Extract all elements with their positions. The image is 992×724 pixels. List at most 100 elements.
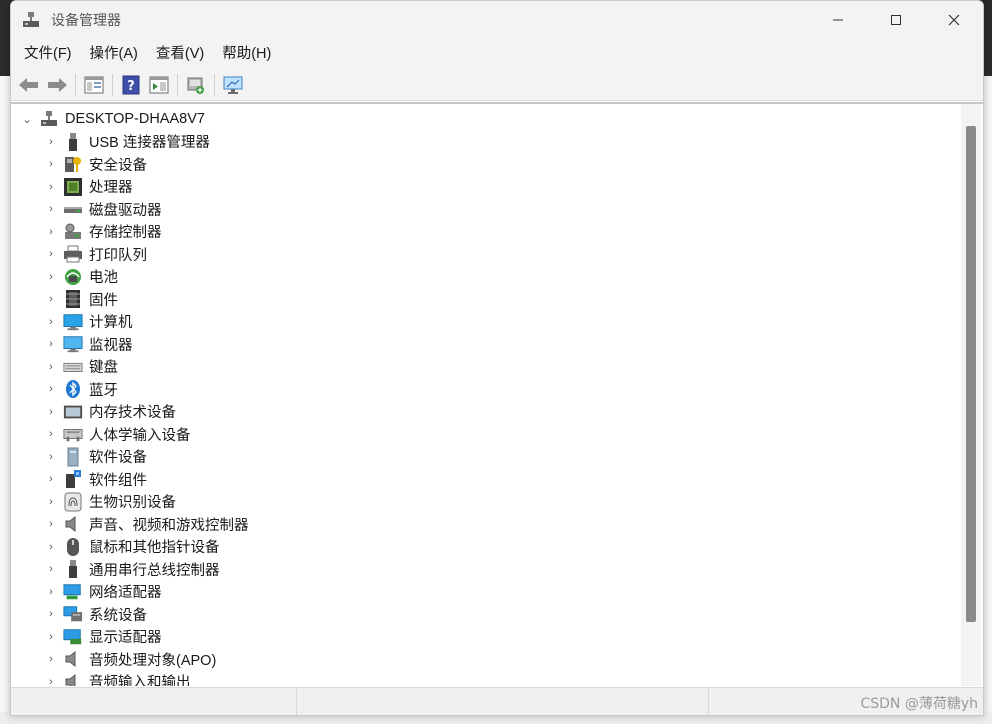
- chevron-right-icon[interactable]: ›: [43, 629, 59, 645]
- chevron-right-icon[interactable]: ›: [43, 651, 59, 667]
- tree-item[interactable]: › 软件设备: [11, 446, 959, 469]
- scrollbar-thumb[interactable]: [966, 126, 976, 622]
- tree-item-label: 通用串行总线控制器: [89, 562, 220, 579]
- tree-item[interactable]: › 系统设备: [11, 603, 959, 626]
- svg-text:?: ?: [127, 79, 135, 94]
- forward-arrow-icon: [48, 77, 67, 92]
- tree-item[interactable]: › 软件组件: [11, 468, 959, 491]
- toolbar: ?: [11, 69, 983, 101]
- tree-item[interactable]: › 蓝牙: [11, 378, 959, 401]
- properties-button[interactable]: [146, 72, 172, 98]
- forward-button[interactable]: [44, 72, 70, 98]
- chevron-right-icon[interactable]: ›: [43, 336, 59, 352]
- tree-item[interactable]: › 固件: [11, 288, 959, 311]
- chevron-right-icon[interactable]: ›: [43, 224, 59, 240]
- tree-item[interactable]: › 键盘: [11, 356, 959, 379]
- tree-item-label: 系统设备: [89, 607, 147, 624]
- chevron-right-icon[interactable]: ›: [43, 561, 59, 577]
- monitor-button[interactable]: [220, 72, 246, 98]
- chevron-right-icon[interactable]: ›: [43, 471, 59, 487]
- monitor-icon: [63, 334, 83, 354]
- storage-controller-icon: [63, 222, 83, 242]
- chevron-right-icon[interactable]: ›: [43, 246, 59, 262]
- tree-item[interactable]: › 内存技术设备: [11, 401, 959, 424]
- chevron-right-icon[interactable]: ›: [43, 179, 59, 195]
- tree-item-label: 固件: [89, 292, 118, 309]
- close-button[interactable]: [925, 1, 983, 39]
- tree-item-label: 存储控制器: [89, 225, 162, 242]
- chevron-down-icon[interactable]: ⌄: [19, 111, 35, 127]
- tree-item-label: 声音、视频和游戏控制器: [89, 517, 249, 534]
- status-segment: [11, 688, 297, 715]
- tree-item[interactable]: › 打印队列: [11, 243, 959, 266]
- back-button[interactable]: [16, 72, 42, 98]
- menu-help[interactable]: 帮助(H): [213, 39, 280, 69]
- toolbar-separator: [214, 73, 215, 96]
- computer-root-icon: [39, 109, 59, 129]
- maximize-button[interactable]: [867, 1, 925, 39]
- tree-item-label: 处理器: [89, 180, 133, 197]
- menu-action[interactable]: 操作(A): [81, 39, 147, 69]
- toolbar-separator: [177, 73, 178, 96]
- tree-item[interactable]: › 生物识别设备: [11, 491, 959, 514]
- tree-item[interactable]: › 声音、视频和游戏控制器: [11, 513, 959, 536]
- tree-root-label: DESKTOP-DHAA8V7: [65, 111, 205, 128]
- tree-item[interactable]: › 监视器: [11, 333, 959, 356]
- menu-file[interactable]: 文件(F): [15, 39, 81, 69]
- chevron-right-icon[interactable]: ›: [43, 314, 59, 330]
- chevron-right-icon[interactable]: ›: [43, 269, 59, 285]
- tree-item[interactable]: › 通用串行总线控制器: [11, 558, 959, 581]
- chevron-right-icon[interactable]: ›: [43, 156, 59, 172]
- chevron-right-icon[interactable]: ›: [43, 134, 59, 150]
- tree-item-label: 监视器: [89, 337, 133, 354]
- tree-item[interactable]: › 音频处理对象(APO): [11, 648, 959, 671]
- chevron-right-icon[interactable]: ›: [43, 404, 59, 420]
- tree-item[interactable]: › USB 连接器管理器: [11, 131, 959, 154]
- vertical-scrollbar[interactable]: [961, 104, 981, 686]
- show-hide-console-tree-button[interactable]: [81, 72, 107, 98]
- tree-item-label: 显示适配器: [89, 630, 162, 647]
- tree-item[interactable]: › 计算机: [11, 311, 959, 334]
- chevron-right-icon[interactable]: ›: [43, 584, 59, 600]
- chevron-right-icon[interactable]: ›: [43, 494, 59, 510]
- bluetooth-icon: [63, 379, 83, 399]
- chevron-right-icon[interactable]: ›: [43, 606, 59, 622]
- tree-item-label: 键盘: [89, 360, 118, 377]
- status-bar: [11, 687, 983, 715]
- scan-hardware-button[interactable]: [183, 72, 209, 98]
- title-bar[interactable]: 设备管理器: [11, 1, 983, 39]
- tree-item[interactable]: › 音频输入和输出: [11, 671, 959, 686]
- chevron-right-icon[interactable]: ›: [43, 291, 59, 307]
- chevron-right-icon[interactable]: ›: [43, 449, 59, 465]
- chevron-right-icon[interactable]: ›: [43, 201, 59, 217]
- tree-item-label: 蓝牙: [89, 382, 118, 399]
- maximize-icon: [891, 15, 901, 25]
- device-tree: ⌄ DESKTOP-DHAA8V7 › USB 连接器管理器 › 安全设备 › …: [11, 108, 959, 686]
- firmware-icon: [63, 289, 83, 309]
- device-tree-pane[interactable]: ⌄ DESKTOP-DHAA8V7 › USB 连接器管理器 › 安全设备 › …: [11, 102, 983, 686]
- disk-drive-icon: [63, 199, 83, 219]
- keyboard-icon: [63, 357, 83, 377]
- tree-item[interactable]: › 处理器: [11, 176, 959, 199]
- tree-item[interactable]: › 磁盘驱动器: [11, 198, 959, 221]
- tree-item-label: 鼠标和其他指针设备: [89, 540, 220, 557]
- help-button[interactable]: ?: [118, 72, 144, 98]
- chevron-right-icon[interactable]: ›: [43, 359, 59, 375]
- status-segment: [297, 688, 709, 715]
- chevron-right-icon[interactable]: ›: [43, 539, 59, 555]
- tree-item[interactable]: › 鼠标和其他指针设备: [11, 536, 959, 559]
- chevron-right-icon[interactable]: ›: [43, 516, 59, 532]
- chevron-right-icon[interactable]: ›: [43, 426, 59, 442]
- tree-item-label: 软件组件: [89, 472, 147, 489]
- chevron-right-icon[interactable]: ›: [43, 381, 59, 397]
- tree-item[interactable]: › 存储控制器: [11, 221, 959, 244]
- menu-view[interactable]: 查看(V): [147, 39, 213, 69]
- tree-item[interactable]: › 人体学输入设备: [11, 423, 959, 446]
- tree-item[interactable]: › 显示适配器: [11, 626, 959, 649]
- minimize-button[interactable]: [809, 1, 867, 39]
- tree-item[interactable]: › 电池: [11, 266, 959, 289]
- tree-root[interactable]: ⌄ DESKTOP-DHAA8V7: [11, 108, 959, 131]
- chevron-right-icon[interactable]: ›: [43, 674, 59, 686]
- tree-item[interactable]: › 网络适配器: [11, 581, 959, 604]
- tree-item[interactable]: › 安全设备: [11, 153, 959, 176]
